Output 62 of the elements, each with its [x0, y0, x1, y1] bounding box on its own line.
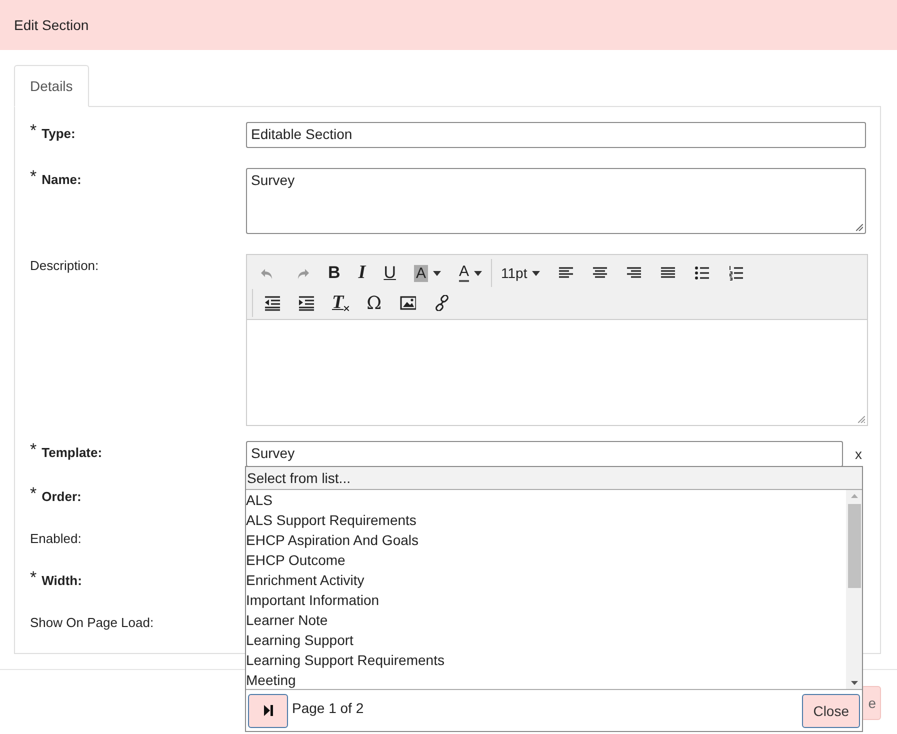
scroll-down-icon[interactable]: [850, 681, 858, 685]
list-item[interactable]: Important Information: [246, 590, 846, 610]
list-item[interactable]: Learning Support: [246, 630, 846, 650]
field-label: Show On Page Load:: [30, 614, 154, 631]
skip-forward-icon: [264, 705, 272, 716]
caret-icon: [474, 270, 482, 276]
resize-grip-icon[interactable]: [856, 224, 863, 231]
list-item[interactable]: EHCP Aspiration And Goals: [246, 530, 846, 550]
indent-icon[interactable]: [298, 295, 314, 311]
field-label: Order:: [42, 488, 82, 505]
list-placeholder[interactable]: Select from list...: [246, 467, 862, 490]
numbered-list-icon[interactable]: [728, 265, 744, 281]
required-asterisk: *: [30, 441, 37, 458]
save-button[interactable]: e: [861, 686, 881, 720]
field-label: Description:: [30, 257, 99, 274]
caret-icon: [532, 270, 540, 276]
list-item[interactable]: EHCP Outcome: [246, 550, 846, 570]
required-asterisk: *: [30, 122, 37, 139]
align-left-icon[interactable]: [558, 265, 574, 281]
highlight-button[interactable]: A: [404, 259, 450, 287]
field-label: Width:: [42, 572, 82, 589]
field-label: Enabled:: [30, 530, 82, 547]
field-label: Template:: [42, 444, 102, 461]
symbol-button[interactable]: Ω: [358, 289, 391, 317]
list-item[interactable]: ALS Support Requirements: [246, 510, 846, 530]
close-button[interactable]: Close: [802, 694, 860, 728]
bold-button[interactable]: B: [319, 259, 350, 287]
text-color-button[interactable]: A: [450, 259, 491, 287]
details-tab[interactable]: Details: [14, 65, 89, 107]
justify-icon[interactable]: [660, 265, 676, 281]
resize-grip-icon[interactable]: [858, 416, 865, 423]
underline-button[interactable]: U: [374, 259, 405, 287]
dialog-title: Edit Section: [14, 17, 89, 33]
list-item[interactable]: Meeting: [246, 670, 846, 690]
field-label: Name:: [42, 171, 82, 188]
italic-button[interactable]: I: [349, 259, 375, 287]
page-indicator: Page 1 of 2: [292, 700, 364, 716]
clear-format-button[interactable]: T: [323, 289, 358, 317]
list-item[interactable]: Learning Support Requirements: [246, 650, 846, 670]
name-field[interactable]: Survey: [246, 168, 866, 234]
list-item[interactable]: Enrichment Activity: [246, 570, 846, 590]
required-asterisk: *: [30, 168, 37, 185]
list-item[interactable]: Learner Note: [246, 610, 846, 630]
next-page-button[interactable]: [248, 694, 288, 728]
font-size-button[interactable]: 11pt: [491, 259, 550, 287]
outdent-icon[interactable]: [264, 295, 280, 311]
required-asterisk: *: [30, 485, 37, 502]
x-mark-icon: [344, 306, 349, 310]
required-asterisk: *: [30, 569, 37, 586]
image-icon[interactable]: [400, 295, 416, 311]
scrollbar[interactable]: [846, 490, 862, 689]
scroll-thumb[interactable]: [848, 504, 860, 588]
bullet-list-icon[interactable]: [694, 265, 710, 281]
list-item[interactable]: ALS: [246, 490, 846, 510]
type-field[interactable]: Editable Section: [246, 122, 866, 148]
rich-text-editor[interactable]: B I U A A 11pt T Ω: [246, 254, 868, 426]
caret-icon: [432, 270, 441, 276]
link-icon[interactable]: [434, 295, 450, 311]
clear-button[interactable]: x: [851, 446, 866, 462]
field-label: Type:: [42, 125, 76, 142]
align-right-icon[interactable]: [626, 265, 642, 281]
align-center-icon[interactable]: [592, 265, 608, 281]
